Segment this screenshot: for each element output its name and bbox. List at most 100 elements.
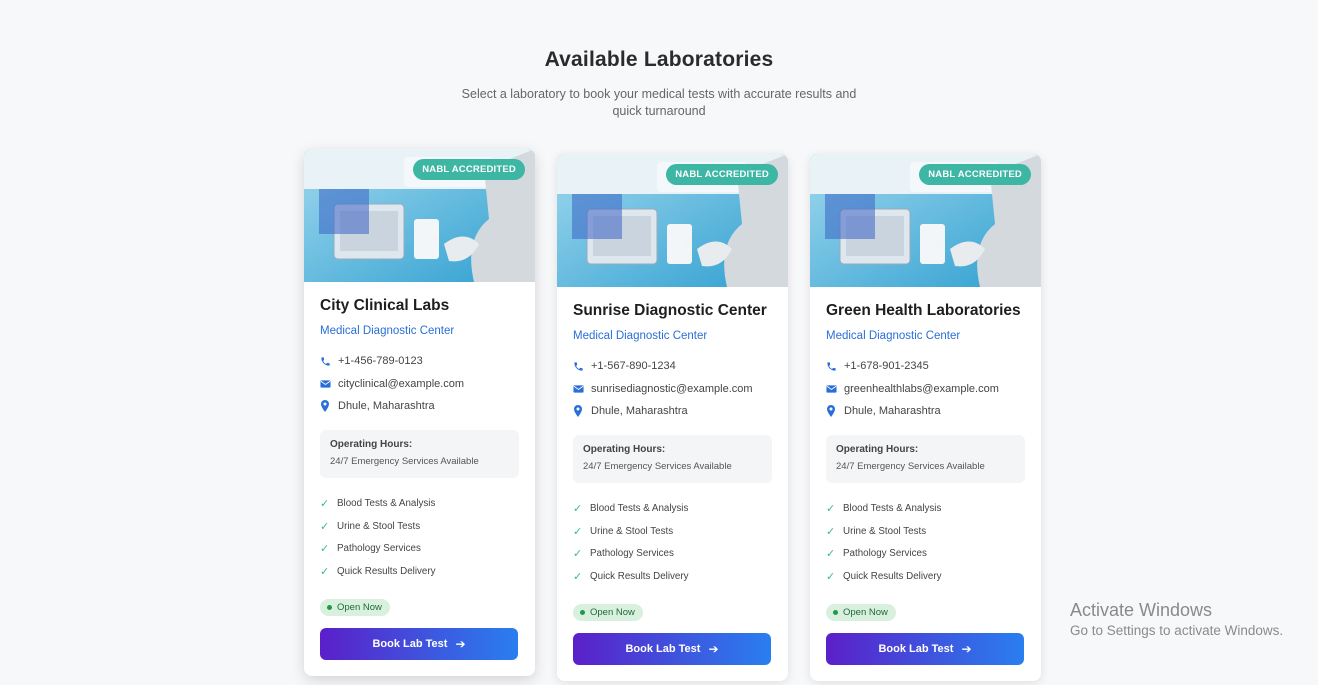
book-lab-test-button[interactable]: Book Lab Test ➔: [320, 627, 518, 660]
phone-icon: [573, 361, 591, 372]
feature-item: ✓ Urine & Stool Tests: [573, 520, 772, 543]
feature-label: Pathology Services: [337, 543, 421, 555]
lab-name: Green Health Laboratories: [826, 302, 1021, 319]
checkmark-icon: ✓: [573, 525, 583, 538]
feature-item: ✓ Pathology Services: [573, 543, 772, 566]
contact-email: cityclinical@example.com: [320, 373, 519, 396]
feature-list: ✓ Blood Tests & Analysis ✓ Urine & Stool T…: [826, 498, 1025, 588]
feature-label: Quick Results Delivery: [337, 565, 436, 577]
phone-text[interactable]: +1-567-890-1234: [591, 360, 676, 372]
contact-phone: +1-678-901-2345: [826, 355, 1025, 378]
lab-type: Medical Diagnostic Center: [826, 330, 961, 342]
feature-item: ✓ Quick Results Delivery: [573, 565, 772, 588]
contact-location: Dhule, Maharashtra: [826, 400, 1025, 423]
checkmark-icon: ✓: [320, 543, 330, 556]
envelope-icon: [573, 384, 591, 394]
page-header: Available Laboratories Select a laborato…: [0, 48, 1318, 120]
contact-info: +1-567-890-1234 sunrisediagnostic@exampl…: [573, 355, 772, 423]
status-label: Open Now: [843, 606, 888, 618]
status-dot-icon: [580, 609, 585, 615]
lab-type: Medical Diagnostic Center: [320, 325, 455, 337]
checkmark-icon: ✓: [826, 503, 836, 516]
accreditation-badge: NABL ACCREDITED: [919, 164, 1031, 185]
checkmark-icon: ✓: [826, 570, 836, 583]
page-subtitle: Select a laboratory to book your medical…: [461, 87, 857, 118]
book-lab-test-button[interactable]: Book Lab Test ➔: [573, 632, 771, 665]
feature-item: ✓ Blood Tests & Analysis: [826, 498, 1025, 521]
map-pin-icon: [573, 405, 591, 418]
feature-label: Blood Tests & Analysis: [337, 498, 436, 510]
feature-label: Pathology Services: [843, 548, 927, 560]
feature-label: Urine & Stool Tests: [337, 520, 421, 532]
lab-image: NABL ACCREDITED: [810, 154, 1041, 287]
lab-card-green-health: NABL ACCREDITED Green Health Laboratorie…: [810, 154, 1041, 681]
checkmark-icon: ✓: [573, 570, 583, 583]
feature-list: ✓ Blood Tests & Analysis ✓ Urine & Stool T…: [573, 498, 772, 588]
status-badge: Open Now: [320, 598, 390, 616]
contact-location: Dhule, Maharashtra: [320, 395, 519, 418]
feature-label: Blood Tests & Analysis: [843, 503, 942, 515]
feature-item: ✓ Pathology Services: [826, 543, 1025, 566]
operating-hours: Operating Hours: 24/7 Emergency Services…: [826, 434, 1025, 483]
feature-label: Blood Tests & Analysis: [590, 503, 689, 515]
feature-label: Pathology Services: [590, 548, 674, 560]
phone-icon: [320, 356, 338, 367]
location-text: Dhule, Maharashtra: [844, 405, 941, 418]
button-label: Book Lab Test: [878, 642, 954, 655]
checkmark-icon: ✓: [573, 548, 583, 561]
envelope-icon: [320, 379, 338, 389]
feature-item: ✓ Quick Results Delivery: [320, 560, 519, 583]
operating-hours: Operating Hours: 24/7 Emergency Services…: [573, 434, 772, 483]
map-pin-icon: [320, 400, 338, 413]
lab-card-sunrise: NABL ACCREDITED Sunrise Diagnostic Cente…: [557, 154, 788, 681]
email-text[interactable]: sunrisediagnostic@example.com: [591, 383, 753, 395]
page-title: Available Laboratories: [544, 48, 774, 71]
email-text[interactable]: cityclinical@example.com: [338, 378, 464, 390]
phone-text[interactable]: +1-678-901-2345: [844, 360, 929, 372]
lab-card-city-clinical: NABL ACCREDITED City Clinical Labs Medic…: [304, 149, 535, 676]
feature-label: Quick Results Delivery: [590, 570, 689, 582]
hours-label: Operating Hours:: [583, 443, 666, 455]
feature-item: ✓ Urine & Stool Tests: [320, 515, 519, 538]
phone-text[interactable]: +1-456-789-0123: [338, 355, 423, 367]
feature-label: Urine & Stool Tests: [843, 525, 927, 537]
contact-phone: +1-456-789-0123: [320, 350, 519, 373]
contact-email: sunrisediagnostic@example.com: [573, 378, 772, 401]
watermark-title: Activate Windows: [1070, 600, 1213, 620]
map-pin-icon: [826, 405, 844, 418]
contact-phone: +1-567-890-1234: [573, 355, 772, 378]
feature-item: ✓ Quick Results Delivery: [826, 565, 1025, 588]
watermark-subtitle: Go to Settings to activate Windows.: [1070, 623, 1284, 638]
checkmark-icon: ✓: [320, 498, 330, 511]
status-dot-icon: [327, 604, 332, 610]
arrow-right-icon: ➔: [455, 636, 466, 651]
checkmark-icon: ✓: [826, 548, 836, 561]
lab-image: NABL ACCREDITED: [304, 149, 535, 282]
operating-hours: Operating Hours: 24/7 Emergency Services…: [320, 429, 519, 478]
lab-image: NABL ACCREDITED: [557, 154, 788, 287]
arrow-right-icon: ➔: [708, 641, 719, 656]
checkmark-icon: ✓: [826, 525, 836, 538]
book-lab-test-button[interactable]: Book Lab Test ➔: [826, 632, 1024, 665]
phone-icon: [826, 361, 844, 372]
contact-location: Dhule, Maharashtra: [573, 400, 772, 423]
lab-name: Sunrise Diagnostic Center: [573, 302, 767, 319]
contact-email: greenhealthlabs@example.com: [826, 378, 1025, 401]
button-label: Book Lab Test: [372, 637, 448, 650]
accreditation-badge: NABL ACCREDITED: [413, 159, 525, 180]
status-badge: Open Now: [573, 603, 643, 621]
email-text[interactable]: greenhealthlabs@example.com: [844, 383, 999, 395]
status-label: Open Now: [337, 601, 382, 613]
arrow-right-icon: ➔: [961, 641, 972, 656]
checkmark-icon: ✓: [320, 565, 330, 578]
location-text: Dhule, Maharashtra: [338, 400, 435, 413]
status-label: Open Now: [590, 606, 635, 618]
feature-item: ✓ Pathology Services: [320, 538, 519, 561]
feature-label: Urine & Stool Tests: [590, 525, 674, 537]
status-badge: Open Now: [826, 603, 896, 621]
accreditation-badge: NABL ACCREDITED: [666, 164, 778, 185]
hours-value: 24/7 Emergency Services Available: [836, 460, 985, 472]
button-label: Book Lab Test: [625, 642, 701, 655]
lab-type: Medical Diagnostic Center: [573, 330, 708, 342]
contact-info: +1-678-901-2345 greenhealthlabs@example.…: [826, 355, 1025, 423]
